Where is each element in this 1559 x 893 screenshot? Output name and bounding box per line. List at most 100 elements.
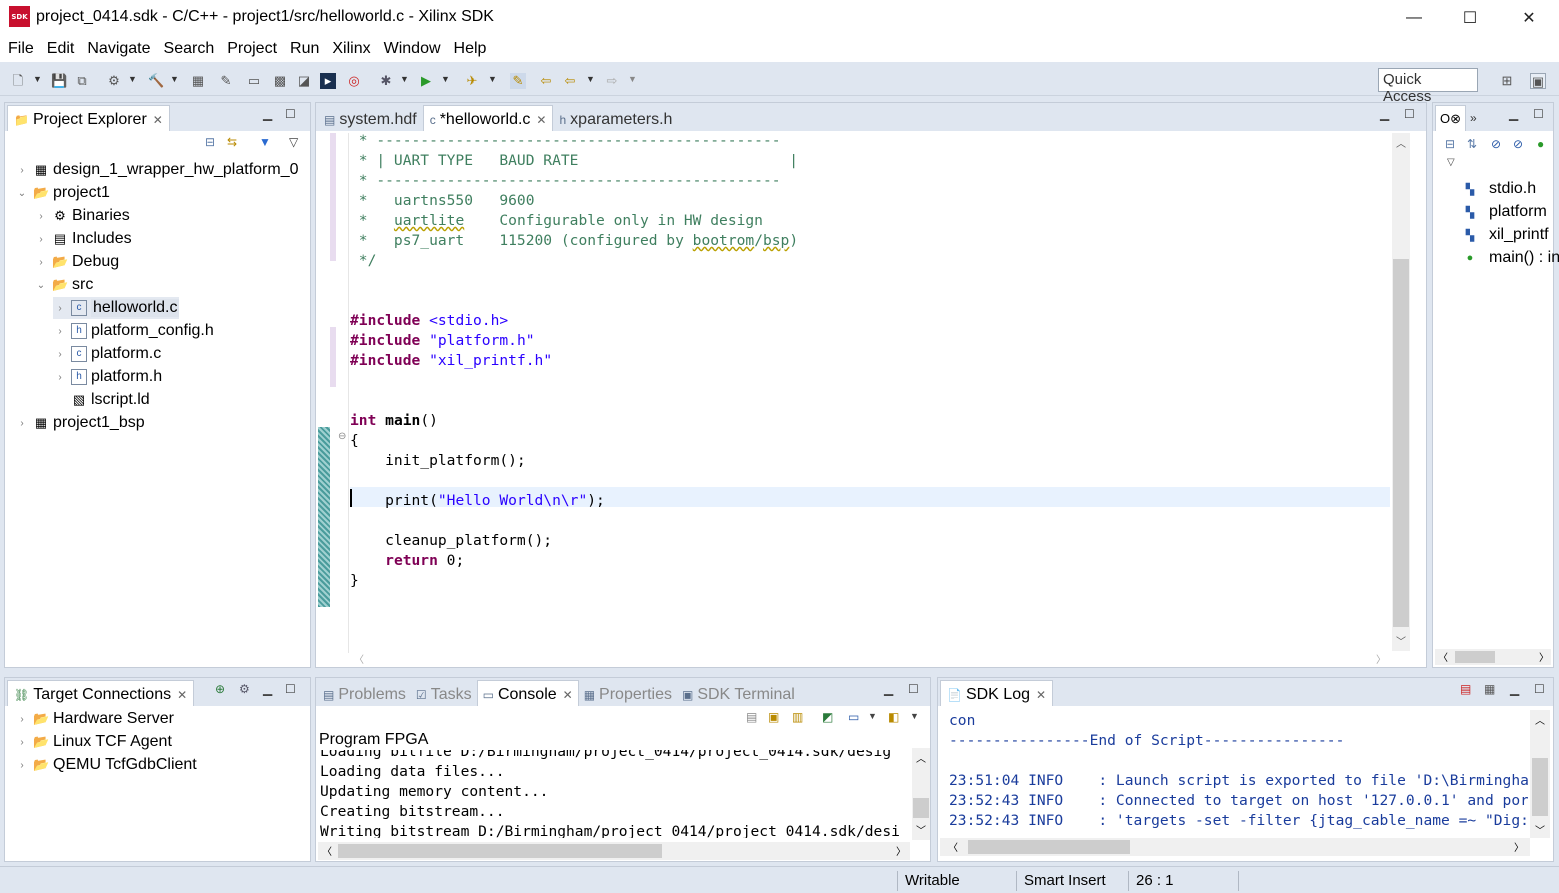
chevron-right-icon[interactable]: 〉	[1514, 839, 1524, 854]
menu-edit[interactable]: Edit	[47, 40, 75, 58]
log-horizontal-scrollbar[interactable]: 〈 〉	[940, 838, 1530, 856]
menu-xilinx[interactable]: Xilinx	[332, 40, 370, 58]
tab-system-hdf[interactable]: ▤ system.hdf	[318, 105, 423, 131]
chevron-down-icon[interactable]: ▼	[33, 74, 42, 84]
tab-outline[interactable]: O⊗	[1435, 105, 1467, 131]
tree-item[interactable]: › h platform_config.h	[53, 320, 214, 342]
hide-static-icon[interactable]: ⊘	[1513, 137, 1523, 151]
target-connection-item[interactable]: › 📂 Hardware Server	[15, 710, 174, 728]
tree-item[interactable]: › ⚙ Binaries	[34, 205, 129, 227]
target-icon[interactable]: ✎	[218, 73, 234, 89]
tab-project-explorer[interactable]: 📁 Project Explorer ✕	[7, 105, 170, 131]
sort-icon[interactable]: ⇅	[1467, 137, 1477, 151]
tab-problems[interactable]: ▤ Problems	[318, 680, 411, 706]
chevron-right-icon[interactable]: 〉	[1539, 649, 1549, 664]
maximize-icon[interactable]: ☐	[1533, 107, 1544, 121]
maximize-icon[interactable]: ☐	[285, 107, 296, 121]
tab-tasks[interactable]: ☑ Tasks	[411, 680, 477, 706]
target-connection-item[interactable]: › 📂 QEMU TcfGdbClient	[15, 756, 196, 774]
maximize-icon[interactable]: ☐	[1534, 682, 1545, 696]
scrollbar-thumb[interactable]	[1393, 259, 1409, 627]
quick-access-input[interactable]: Quick Access	[1378, 68, 1478, 105]
program-fpga-icon[interactable]: ▩	[272, 73, 288, 89]
outline-item[interactable]: ▚ stdio.h	[1463, 180, 1536, 198]
word-wrap-icon[interactable]: ▥	[792, 710, 803, 724]
open-perspective-icon[interactable]: ⊞	[1499, 73, 1515, 89]
twisty-icon[interactable]: ›	[53, 349, 67, 360]
twisty-icon[interactable]: ›	[15, 418, 29, 429]
minimize-icon[interactable]: ▁	[1380, 107, 1389, 121]
pin-console-icon[interactable]: ◩	[822, 710, 833, 724]
maximize-icon[interactable]: ☐	[285, 682, 296, 696]
maximize-icon[interactable]: ☐	[1404, 107, 1415, 121]
menu-search[interactable]: Search	[164, 40, 215, 58]
chevron-down-icon[interactable]: ▼	[400, 74, 409, 84]
mark-occurrences-icon[interactable]: ✎	[510, 73, 526, 89]
tree-item[interactable]: › c platform.c	[53, 343, 161, 365]
run-icon[interactable]: ▶	[418, 73, 434, 89]
tab-sdk-log[interactable]: 📄 SDK Log ✕	[940, 680, 1054, 706]
scrollbar-thumb[interactable]	[968, 840, 1130, 854]
external-tools-icon[interactable]: ✈	[464, 73, 480, 89]
scrollbar-thumb[interactable]	[338, 844, 662, 858]
twisty-icon[interactable]: ⌄	[34, 280, 48, 291]
close-icon[interactable]: ✕	[153, 113, 163, 127]
new-target-icon[interactable]: ⊕	[215, 682, 225, 696]
chevron-down-icon[interactable]: ﹀	[1396, 633, 1406, 648]
hide-nonpublic-icon[interactable]: ●	[1537, 137, 1544, 151]
minimize-button[interactable]: —	[1391, 4, 1437, 32]
tree-item[interactable]: › 📂 Debug	[34, 251, 119, 273]
tree-item[interactable]: › ▦ project1_bsp	[15, 412, 144, 434]
sdk-log-output[interactable]: con ----------------End of Script--------…	[940, 710, 1528, 838]
tab-sdk-terminal[interactable]: ▣ SDK Terminal	[677, 680, 800, 706]
twisty-icon[interactable]: ›	[34, 211, 48, 222]
debug-target-icon[interactable]: ◎	[346, 73, 362, 89]
editor-vertical-scrollbar[interactable]: ︿ ﹀	[1392, 133, 1410, 651]
close-icon[interactable]: ✕	[1036, 688, 1046, 702]
minimize-icon[interactable]: ▁	[1509, 107, 1518, 121]
scrollbar-thumb[interactable]	[913, 798, 929, 818]
view-menu-icon[interactable]: ▽	[289, 135, 298, 149]
twisty-icon[interactable]: ›	[53, 326, 67, 337]
menu-window[interactable]: Window	[384, 40, 441, 58]
forward-icon[interactable]: ⇨	[604, 73, 620, 89]
chevron-down-icon[interactable]: ﹀	[916, 822, 926, 837]
tree-item[interactable]: › h platform.h	[53, 366, 162, 388]
close-button[interactable]: ✕	[1506, 4, 1552, 32]
minimize-icon[interactable]: ▁	[884, 682, 893, 696]
build-hammer-icon[interactable]: 🔨	[148, 73, 164, 89]
close-icon[interactable]: ✕	[563, 688, 573, 702]
chevron-down-icon[interactable]: ▼	[128, 74, 137, 84]
save-all-icon[interactable]: ⧉	[74, 73, 90, 89]
maximize-icon[interactable]: ☐	[908, 682, 919, 696]
chevron-up-icon[interactable]: ︿	[916, 750, 926, 765]
save-icon[interactable]: 💾	[51, 73, 67, 89]
open-console-icon[interactable]: ◧	[888, 710, 899, 724]
tab-target-connections[interactable]: ⛓ Target Connections ✕	[7, 680, 195, 706]
chevron-down-icon[interactable]: ▼	[910, 711, 919, 721]
back-icon[interactable]: ⇦	[562, 73, 578, 89]
tab-console[interactable]: ▭ Console ✕	[476, 680, 579, 706]
tab-xparameters-h[interactable]: h xparameters.h	[553, 105, 678, 131]
chevron-up-icon[interactable]: ︿	[1396, 135, 1406, 150]
clear-console-icon[interactable]: ▤	[746, 710, 757, 724]
chevron-down-icon[interactable]: ﹀	[1535, 822, 1545, 837]
view-menu-icon[interactable]: ▽	[1447, 157, 1455, 168]
binary-icon[interactable]: ▦	[190, 73, 206, 89]
menu-run[interactable]: Run	[290, 40, 319, 58]
tree-item[interactable]: › ▦ design_1_wrapper_hw_platform_0	[15, 159, 298, 181]
twisty-icon[interactable]: ›	[15, 760, 29, 771]
menu-help[interactable]: Help	[454, 40, 487, 58]
tree-item[interactable]: › c helloworld.c	[53, 297, 180, 319]
editor-horizontal-scrollbar[interactable]: 〈 〉	[350, 651, 1390, 667]
chevron-down-icon[interactable]: ▼	[488, 74, 497, 84]
tree-item[interactable]: ⌄ 📂 project1	[15, 182, 110, 204]
chevron-right-icon[interactable]: 〉	[1376, 651, 1386, 666]
outline-item[interactable]: ▚ xil_printf	[1463, 226, 1549, 244]
twisty-icon[interactable]: ›	[34, 234, 48, 245]
menu-navigate[interactable]: Navigate	[87, 40, 150, 58]
scrollbar-thumb[interactable]	[1455, 651, 1495, 663]
tab-overflow[interactable]: »	[1466, 105, 1481, 131]
tree-item[interactable]: ▧ lscript.ld	[53, 389, 150, 411]
chevron-down-icon[interactable]: ▼	[170, 74, 179, 84]
